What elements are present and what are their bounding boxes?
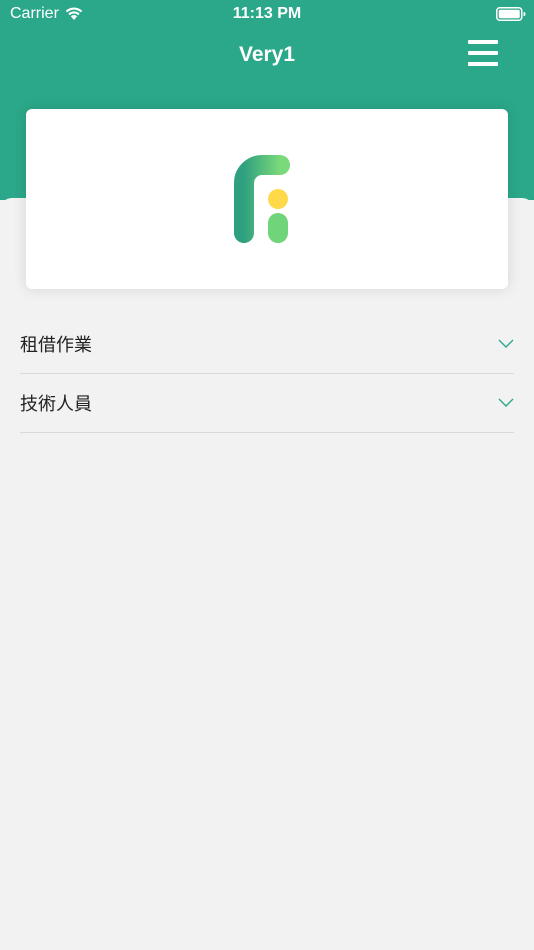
status-bar: Carrier 11:13 PM [0, 0, 534, 28]
section-label: 技術人員 [20, 394, 92, 414]
chevron-down-icon [498, 398, 514, 407]
section-technicians[interactable]: 技術人員 [20, 374, 514, 433]
app-logo-icon [234, 155, 290, 243]
battery-icon [496, 7, 526, 21]
section-label: 租借作業 [20, 335, 92, 355]
page-title: Very1 [238, 43, 296, 66]
clock: 11:13 PM [232, 5, 302, 22]
chevron-down-icon [498, 339, 514, 348]
menu-button[interactable] [464, 36, 504, 68]
section-rental-operations[interactable]: 租借作業 [20, 315, 514, 374]
content-background [0, 198, 534, 950]
logo-card [26, 109, 508, 289]
